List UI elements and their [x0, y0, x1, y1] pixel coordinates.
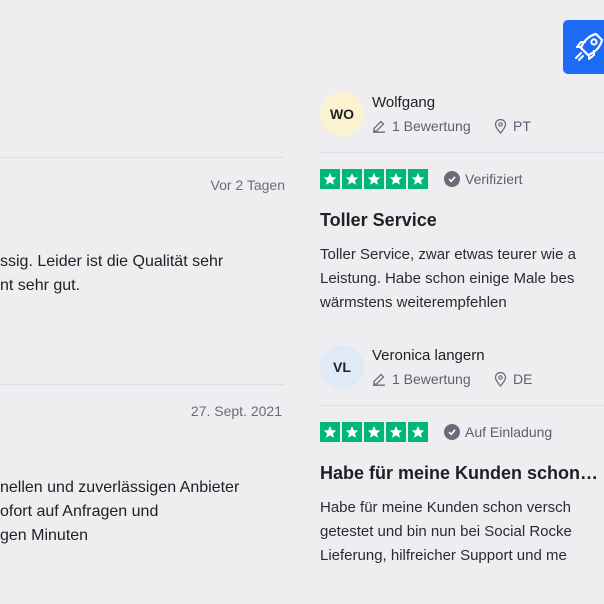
pencil-icon — [373, 120, 385, 133]
check-circle-icon — [444, 171, 460, 187]
country-label: DE — [513, 371, 533, 387]
review-text-line: Leistung. Habe schon einige Male bes — [320, 270, 575, 287]
star-rating — [320, 169, 428, 189]
country-label: PT — [513, 118, 531, 134]
review-count-label: 1 Bewertung — [392, 118, 471, 134]
rocket-button[interactable] — [563, 20, 604, 74]
review-divider-top — [0, 157, 284, 158]
review-divider — [320, 152, 604, 153]
review-text-line: Lieferung, hilfreicher Support und me — [320, 547, 567, 564]
star-icon — [408, 169, 428, 189]
location-pin-icon — [494, 371, 507, 387]
star-icon — [342, 169, 362, 189]
review-date: 27. Sept. 2021 — [190, 403, 282, 419]
reviewer-country: PT — [494, 118, 531, 134]
review-count: 1 Bewertung — [372, 371, 471, 387]
review-text-line: nt sehr gut. — [0, 277, 81, 294]
status-badge-label: Auf Einladung — [465, 424, 553, 440]
review-text-line: ssig. Leider ist die Qualität sehr — [0, 253, 224, 270]
reviewer-name[interactable]: Wolfgang — [372, 94, 435, 111]
status-badge-label: Verifiziert — [465, 171, 523, 187]
location-pin-icon — [494, 118, 507, 134]
avatar: VL — [320, 345, 364, 389]
star-icon — [408, 422, 428, 442]
review-title[interactable]: Toller Service — [320, 210, 437, 231]
review-text-line: nellen und zuverlässigen Anbieter — [0, 479, 240, 496]
star-icon — [320, 422, 340, 442]
review-divider — [0, 384, 284, 385]
pencil-icon — [373, 373, 385, 386]
star-icon — [320, 169, 340, 189]
review-text-line: Toller Service, zwar etwas teurer wie a — [320, 246, 576, 263]
rocket-icon — [575, 32, 604, 61]
star-icon — [386, 422, 406, 442]
star-icon — [364, 422, 384, 442]
review-text-line: wärmstens weiterempfehlen — [320, 294, 507, 311]
reviewer-name[interactable]: Veronica langern — [372, 347, 485, 364]
review-title[interactable]: Habe für meine Kunden schon… — [320, 463, 598, 484]
review-text-line: getestet und bin nun bei Social Rocke — [320, 523, 572, 540]
check-circle-icon — [444, 424, 460, 440]
star-icon — [342, 422, 362, 442]
review-count: 1 Bewertung — [372, 118, 471, 134]
avatar: WO — [320, 92, 364, 136]
review-divider — [320, 405, 604, 406]
star-icon — [364, 169, 384, 189]
review-text-line: Habe für meine Kunden schon versch — [320, 499, 571, 516]
review-count-label: 1 Bewertung — [392, 371, 471, 387]
review-text-line: gen Minuten — [0, 527, 89, 544]
star-rating — [320, 422, 428, 442]
reviewer-country: DE — [494, 371, 532, 387]
status-badge: Verifiziert — [444, 171, 523, 187]
review-date: Vor 2 Tagen — [210, 177, 285, 193]
star-icon — [386, 169, 406, 189]
review-text-line: ofort auf Anfragen und — [0, 503, 159, 520]
status-badge: Auf Einladung — [444, 424, 552, 440]
